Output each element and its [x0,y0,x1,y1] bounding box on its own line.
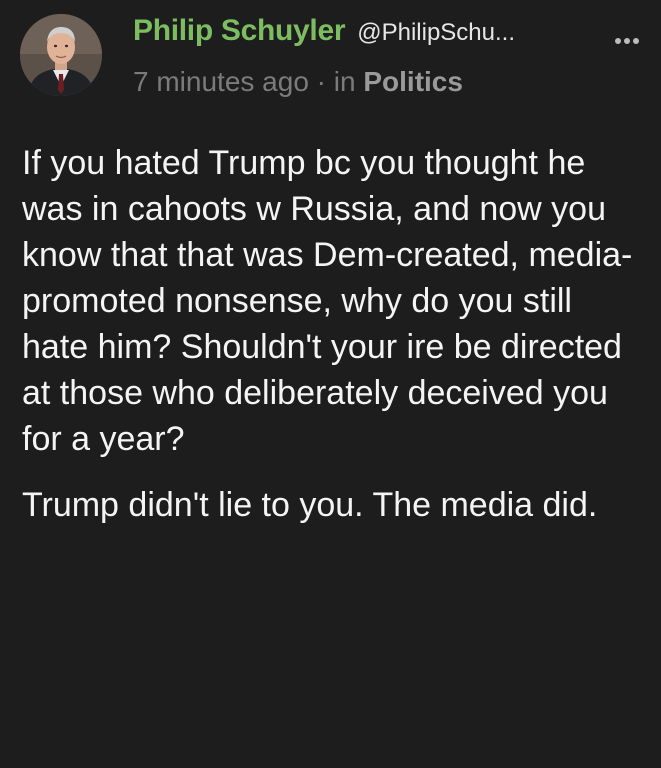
post-timestamp: 7 minutes ago [133,66,309,97]
category-link[interactable]: Politics [363,66,463,97]
more-dot [624,38,630,44]
more-options-icon[interactable] [615,38,639,44]
more-dot [615,38,621,44]
author-name[interactable]: Philip Schuyler [133,14,346,48]
post-header: Philip Schuyler @PhilipSchu... 7 minutes… [133,14,643,98]
author-line: Philip Schuyler @PhilipSchu... [133,14,643,54]
post-card: Philip Schuyler @PhilipSchu... 7 minutes… [0,0,661,768]
post-meta: 7 minutes ago · in Politics [133,66,643,98]
avatar[interactable] [20,14,102,96]
category-prefix: in [333,66,356,97]
avatar-image [20,14,102,96]
post-paragraph: Trump didn't lie to you. The media did. [22,486,598,524]
post-body: If you hated Trump bc you thought he was… [22,140,647,528]
more-dot [633,38,639,44]
meta-separator: · [316,66,326,97]
author-handle[interactable]: @PhilipSchu... [357,19,515,47]
post-paragraph: If you hated Trump bc you thought he was… [22,144,633,458]
